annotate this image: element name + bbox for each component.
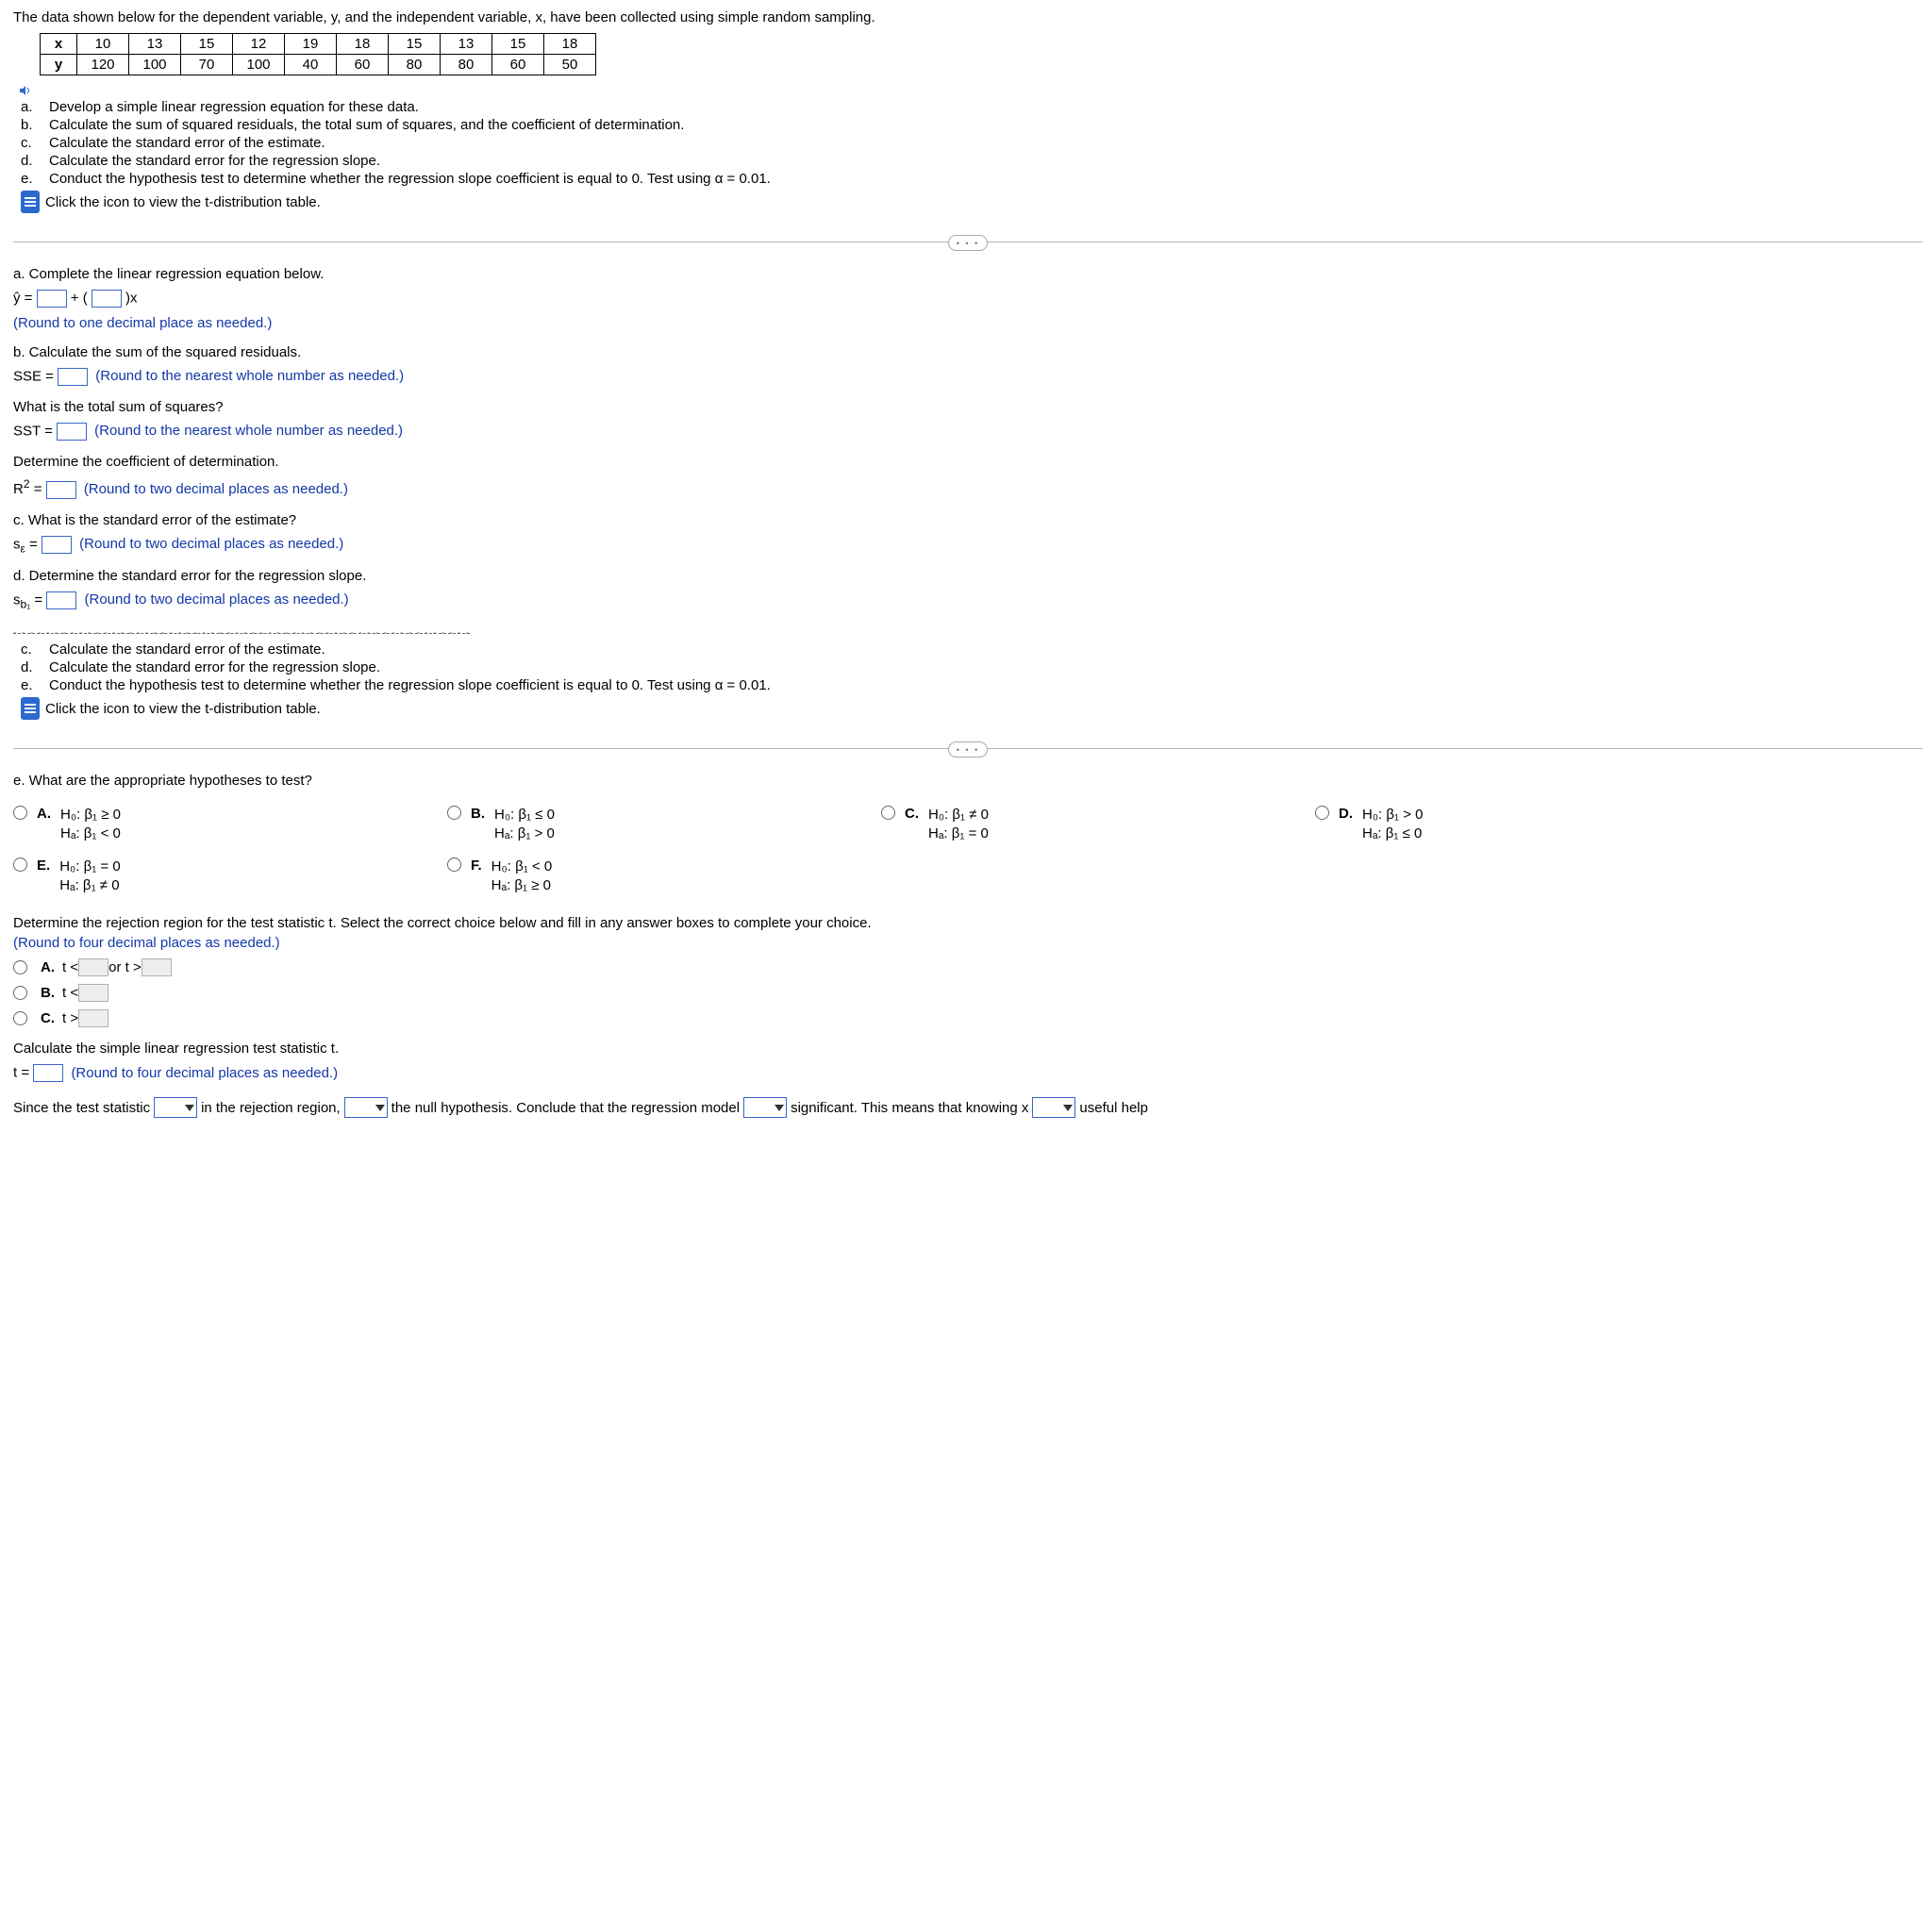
r2-input[interactable] bbox=[46, 481, 76, 499]
dropdown-useful[interactable] bbox=[1032, 1097, 1075, 1118]
sse-input[interactable] bbox=[58, 368, 88, 386]
task-list: a.Develop a simple linear regression equ… bbox=[21, 99, 1923, 215]
part-a-hint: (Round to one decimal place as needed.) bbox=[13, 315, 1923, 331]
radio-rr-c[interactable] bbox=[13, 1011, 27, 1025]
truncated-line: - - - - - - - - - - - - - - - - - - - - … bbox=[13, 627, 470, 639]
dropdown-significant[interactable] bbox=[743, 1097, 787, 1118]
rejection-region-prompt: Determine the rejection region for the t… bbox=[13, 915, 1923, 931]
row-y-label: y bbox=[41, 55, 77, 75]
r2-question: Determine the coefficient of determinati… bbox=[13, 454, 1923, 470]
se-estimate-input[interactable] bbox=[42, 536, 72, 554]
slope-input[interactable] bbox=[92, 290, 122, 308]
document-icon bbox=[21, 191, 40, 213]
hypothesis-options: A.H₀: β₁ ≥ 0Hₐ: β₁ < 0 B.H₀: β₁ ≤ 0Hₐ: β… bbox=[13, 798, 1923, 902]
tstat-input[interactable] bbox=[33, 1064, 63, 1082]
expand-toggle[interactable]: • • • bbox=[948, 235, 988, 251]
radio-f[interactable] bbox=[447, 858, 461, 872]
conclusion-sentence: Since the test statistic in the rejectio… bbox=[13, 1097, 1923, 1118]
document-icon bbox=[21, 697, 40, 720]
part-a-prompt: a. Complete the linear regression equati… bbox=[13, 266, 1923, 282]
expand-toggle-2[interactable]: • • • bbox=[948, 741, 988, 758]
rr-c-input[interactable] bbox=[78, 1009, 108, 1027]
speaker-icon[interactable] bbox=[19, 84, 32, 95]
part-c-prompt: c. What is the standard error of the est… bbox=[13, 512, 1923, 528]
task-list-repeat: c.Calculate the standard error of the es… bbox=[21, 641, 1923, 722]
radio-b[interactable] bbox=[447, 806, 461, 820]
radio-rr-b[interactable] bbox=[13, 986, 27, 1000]
se-slope-input[interactable] bbox=[46, 591, 76, 609]
rr-a-input-2[interactable] bbox=[142, 958, 172, 976]
sst-question: What is the total sum of squares? bbox=[13, 399, 1923, 415]
t-table-link-2[interactable]: Click the icon to view the t-distributio… bbox=[21, 697, 321, 720]
sst-input[interactable] bbox=[57, 423, 87, 441]
part-d-prompt: d. Determine the standard error for the … bbox=[13, 568, 1923, 584]
radio-d[interactable] bbox=[1315, 806, 1329, 820]
t-table-link[interactable]: Click the icon to view the t-distributio… bbox=[21, 191, 321, 213]
rr-b-input[interactable] bbox=[78, 984, 108, 1002]
data-table: x 10131512191815131518 y 120100701004060… bbox=[40, 33, 596, 75]
radio-a[interactable] bbox=[13, 806, 27, 820]
radio-rr-a[interactable] bbox=[13, 960, 27, 974]
part-e-prompt: e. What are the appropriate hypotheses t… bbox=[13, 773, 1923, 789]
dropdown-reject[interactable] bbox=[344, 1097, 388, 1118]
regression-equation: ŷ = + ( )x bbox=[13, 290, 1923, 308]
intercept-input[interactable] bbox=[37, 290, 67, 308]
radio-c[interactable] bbox=[881, 806, 895, 820]
row-x-label: x bbox=[41, 34, 77, 55]
rr-hint: (Round to four decimal places as needed.… bbox=[13, 935, 1923, 951]
part-b-prompt: b. Calculate the sum of the squared resi… bbox=[13, 344, 1923, 360]
problem-intro: The data shown below for the dependent v… bbox=[13, 9, 1923, 25]
radio-e[interactable] bbox=[13, 858, 27, 872]
tstat-prompt: Calculate the simple linear regression t… bbox=[13, 1041, 1923, 1057]
rr-a-input-1[interactable] bbox=[78, 958, 108, 976]
dropdown-is-isnot[interactable] bbox=[154, 1097, 197, 1118]
